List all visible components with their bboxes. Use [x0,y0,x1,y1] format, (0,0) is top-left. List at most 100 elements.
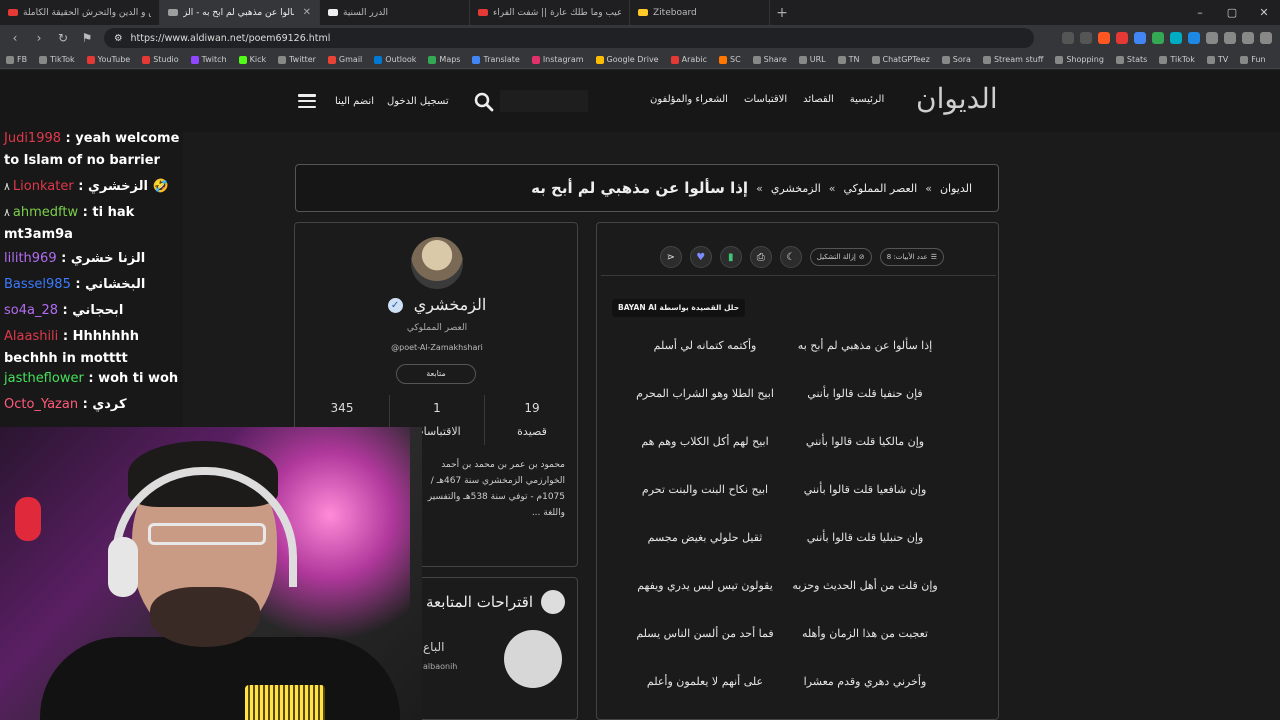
bookmark-item[interactable]: Shopping [1055,55,1104,64]
bookmark-item[interactable]: Gmail [327,55,362,64]
bookmark-item[interactable]: FB [6,55,27,64]
suggested-avatar[interactable] [504,630,562,688]
browser-tab[interactable]: Ziteboard [630,0,770,25]
bookmark-item[interactable]: URL [798,55,826,64]
bookmark-label: Shopping [1066,55,1104,64]
print-icon[interactable]: ⎙ [749,246,772,268]
bookmark-label: Instagram [542,55,584,64]
bookmark-item[interactable]: Fun [1240,55,1266,64]
bookmark-item[interactable]: Stats [1115,55,1147,64]
bookmark-item[interactable]: Studio [142,55,179,64]
bookmark-item[interactable]: Outlook [374,55,416,64]
remove-diacritics-button[interactable]: ⊘ إزالة التشكيل [809,248,872,266]
extension-icon[interactable] [1152,32,1164,44]
site-logo[interactable]: الديوان [916,82,998,115]
bookmark-item[interactable]: TikTok [39,55,75,64]
maximize-button[interactable]: ▢ [1216,6,1248,19]
nav-quotes[interactable]: الاقتباسات [744,94,787,105]
browser-tab[interactable]: يا قمر عيب وما طلك عارة || شفت الفراء [470,0,630,25]
poet-name[interactable]: الزمخشري [414,295,487,314]
chat-separator: : [70,277,86,292]
join-link[interactable]: انضم الينا [335,96,374,107]
nav-poets[interactable]: الشعراء والمؤلفون [650,94,728,105]
puzzle-icon[interactable] [1206,32,1218,44]
bookmark-item[interactable]: TikTok [1159,55,1195,64]
bookmark-item[interactable]: Instagram [531,55,584,64]
breadcrumb-era[interactable]: العصر المملوكي [844,182,918,195]
bookmark-item[interactable]: Twitter [278,55,316,64]
bookmark-favicon-icon [374,55,383,64]
bookmark-icon[interactable]: ⚑ [80,31,94,45]
bookmark-icon[interactable]: ▮ [719,246,742,268]
chat-text: كردي [92,397,127,412]
breadcrumb-home[interactable]: الديوان [940,182,972,195]
media-icon[interactable] [1242,32,1254,44]
extension-icon[interactable] [1134,32,1146,44]
heart-icon[interactable]: ♥ [689,246,712,268]
bookmark-item[interactable]: Kick [238,55,266,64]
close-window-button[interactable]: ✕ [1248,6,1280,19]
page-title: إذا سألوا عن مذهبي لم أبح به [531,179,749,197]
bookmark-item[interactable]: ChatGPTeez [871,55,930,64]
translate-icon[interactable] [1062,32,1074,44]
suggested-name[interactable]: الباع [423,640,444,654]
new-tab-button[interactable]: + [770,5,794,21]
extension-icon[interactable] [1170,32,1182,44]
bookmark-item[interactable]: Twitch [190,55,227,64]
breadcrumb-separator: » [756,181,763,195]
menu-icon[interactable] [298,94,316,108]
follow-button[interactable]: متابعة [396,364,476,384]
bookmarks-bar: FB TikTok YouTube Studio Twitch Kick Twitter Gm… [0,51,1280,69]
forward-icon[interactable]: › [32,31,46,45]
extension-icon[interactable] [1188,32,1200,44]
site-info-icon[interactable]: ⚙ [114,33,123,44]
back-icon[interactable]: ‹ [8,31,22,45]
close-tab-icon[interactable]: ✕ [303,7,311,18]
poem-verses: إذا سألوا عن مذهبي لم أبح به وأكتمه كتمان… [597,333,1000,717]
bookmark-label: Google Drive [606,55,659,64]
search-input[interactable] [500,90,588,112]
brave-icon[interactable] [1098,32,1110,44]
bookmark-item[interactable]: Share [752,55,787,64]
browser-tab[interactable]: الدرر السنية [320,0,470,25]
bayan-ai-button[interactable]: حلل القصيدة بواسطة BAYAN AI [612,299,746,317]
nav-poems[interactable]: القصائد [803,94,834,105]
chat-text: ابحجاني [72,303,124,318]
nav-home[interactable]: الرئيسية [850,94,884,105]
bookmark-item[interactable]: TN [837,55,860,64]
bookmark-item[interactable]: Maps [428,55,460,64]
dark-mode-icon[interactable]: ☾ [779,246,802,268]
bookmark-item[interactable]: SC [718,55,741,64]
poet-avatar[interactable] [411,237,463,289]
breadcrumb-poet[interactable]: الزمخشري [771,182,821,195]
bookmark-label: YouTube [97,55,131,64]
verse-row: فإن حنفيا قلت قالوا بأنني ابيح الطلا وهو … [597,381,1000,429]
login-link[interactable]: تسجيل الدخول [387,96,449,107]
bookmark-item[interactable]: TV [1206,55,1228,64]
rewards-icon[interactable] [1116,32,1128,44]
profile-icon[interactable] [1260,32,1272,44]
bookmark-item[interactable]: YouTube [86,55,131,64]
bookmark-item[interactable]: Sora [941,55,971,64]
verse-second-hemistich: ثقيل حلولي بغيض مجسم [647,531,763,544]
tab-title: العراق و الدين والتحرش الحقيقة الكاملة [23,7,151,18]
share-icon[interactable]: ⋖ [659,246,682,268]
bookmark-item[interactable]: Stream stuff [982,55,1043,64]
verse-count-pill[interactable]: ☰ عدد الأبيات: 8 [879,248,944,266]
reload-icon[interactable]: ↻ [56,31,70,45]
bookmark-favicon-icon [1240,55,1249,64]
bookmark-item[interactable]: Google Drive [595,55,659,64]
sidebar-icon[interactable] [1224,32,1236,44]
bookmark-item[interactable]: Translate [472,55,520,64]
address-bar[interactable]: ⚙ https://www.aldiwan.net/poem69126.html [104,28,1034,48]
search-icon[interactable] [474,92,494,112]
browser-tab[interactable]: العراق و الدين والتحرش الحقيقة الكاملة [0,0,160,25]
browser-tab[interactable]: إذا سألوا عن مذهبي لم أبح به - الز ✕ [160,0,320,25]
bookmark-label: TikTok [1170,55,1195,64]
minimize-button[interactable]: – [1184,6,1216,19]
bookmark-item[interactable]: Arabic [670,55,707,64]
share-icon[interactable] [1080,32,1092,44]
stat-poems[interactable]: 19 قصيدة [484,395,579,445]
chat-message: jastheflower : woh ti woh [4,368,182,390]
verse-row: إذا سألوا عن مذهبي لم أبح به وأكتمه كتمان… [597,333,1000,381]
